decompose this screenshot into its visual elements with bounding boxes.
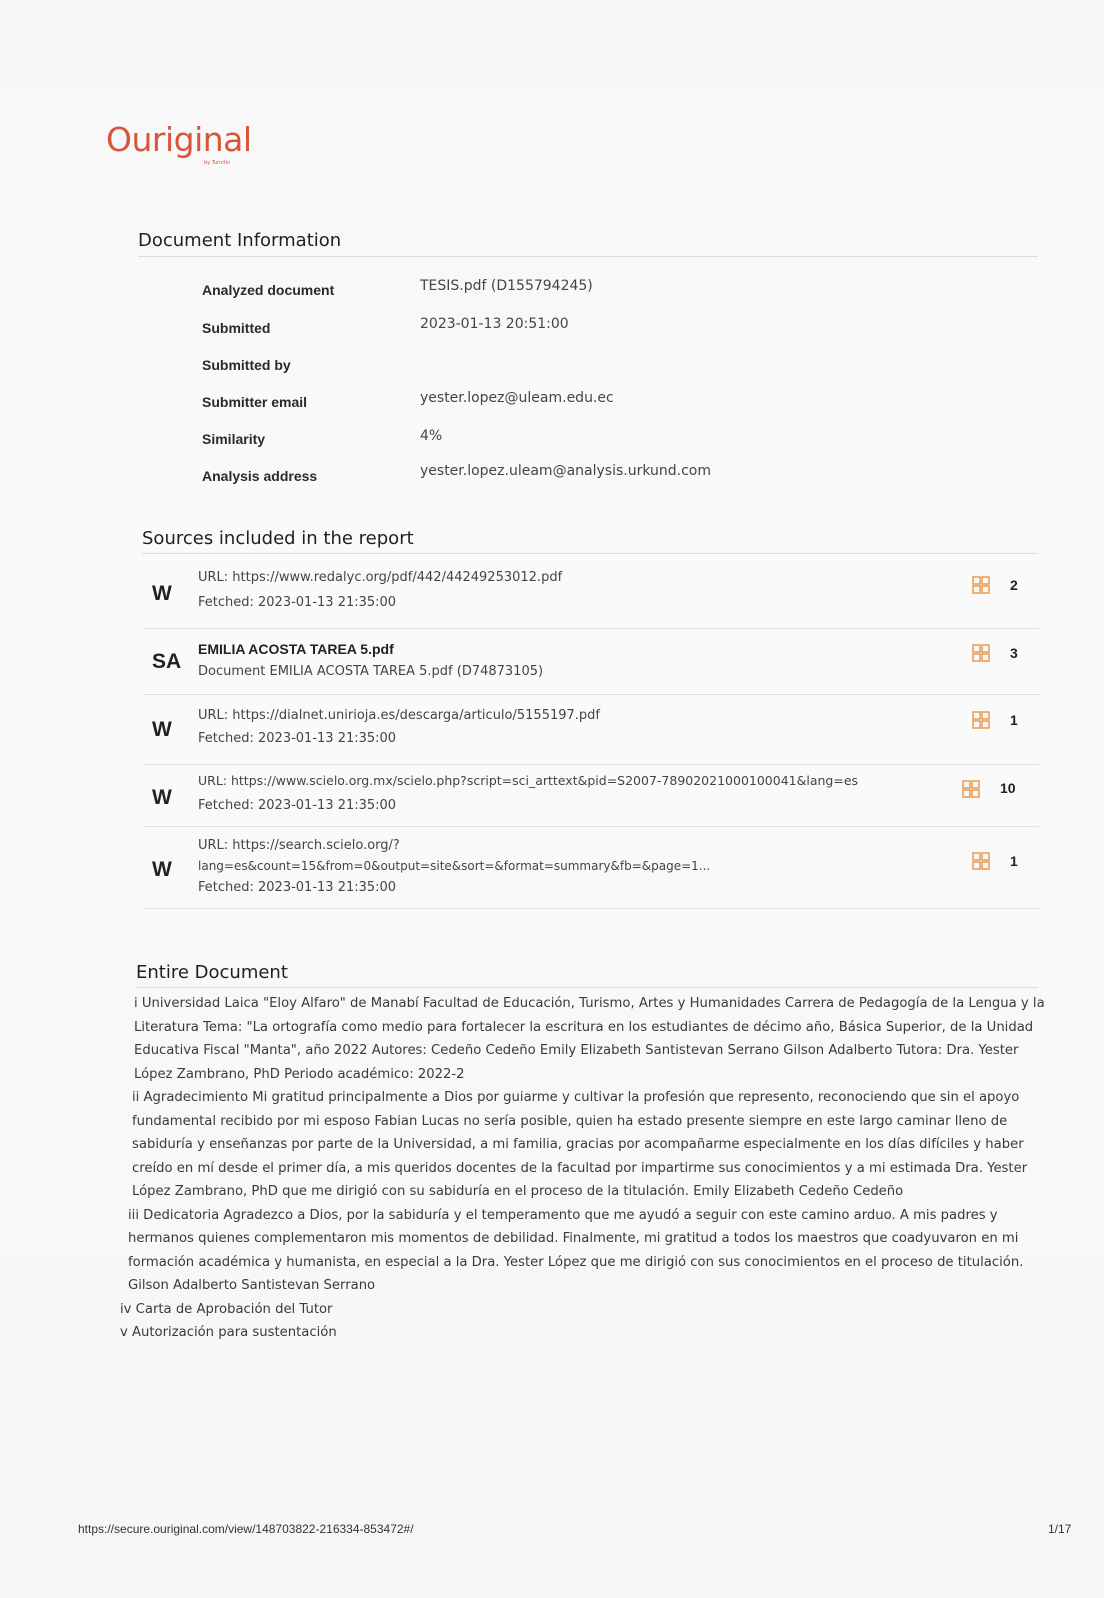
matches-grid-icon[interactable] — [972, 576, 990, 594]
document-paragraph: iii Dedicatoria Agradezco a Dios, por la… — [128, 1207, 1024, 1294]
document-information-title: Document Information — [138, 230, 342, 251]
source-fetched: Fetched: 2023-01-13 21:35:00 — [198, 798, 397, 813]
document-paragraph: i Universidad Laica "Eloy Alfaro" de Man… — [134, 996, 1045, 1082]
source-url[interactable]: URL: https://www.scielo.org.mx/scielo.ph… — [198, 773, 858, 788]
info-value-submitted: 2023-01-13 20:51:00 — [420, 316, 569, 332]
row-divider — [144, 826, 1039, 827]
section-divider — [142, 553, 1037, 554]
section-divider — [138, 256, 1038, 257]
document-paragraph: iv Carta de Aprobación del Tutor — [120, 1301, 333, 1317]
info-value-analyzed-document: TESIS.pdf (D155794245) — [420, 278, 593, 294]
row-divider — [144, 908, 1039, 909]
source-row[interactable]: W URL: https://www.redalyc.org/pdf/442/4… — [144, 568, 1044, 629]
document-paragraph: v Autorización para sustentación — [120, 1325, 337, 1340]
match-count: 2 — [1010, 577, 1018, 593]
match-count: 1 — [1010, 853, 1018, 869]
source-document: Document EMILIA ACOSTA TAREA 5.pdf (D748… — [198, 664, 544, 679]
matches-grid-icon[interactable] — [962, 780, 980, 798]
document-body: i Universidad Laica "Eloy Alfaro" de Man… — [120, 992, 1060, 1345]
section-divider — [136, 987, 1038, 988]
source-fetched: Fetched: 2023-01-13 21:35:00 — [198, 731, 397, 746]
matches-grid-icon[interactable] — [972, 644, 990, 662]
document-paragraph: ii Agradecimiento Mi gratitud principalm… — [132, 1090, 1028, 1199]
info-label-similarity: Similarity — [202, 431, 266, 447]
info-label-submitter-email: Submitter email — [202, 394, 308, 410]
info-label-submitted: Submitted — [202, 320, 271, 336]
info-label-analysis-address: Analysis address — [202, 468, 318, 484]
row-divider — [144, 764, 1039, 765]
source-url[interactable]: URL: https://search.scielo.org/? — [198, 838, 400, 853]
footer-url[interactable]: https://secure.ouriginal.com/view/148703… — [78, 1522, 414, 1536]
entire-document-title: Entire Document — [136, 962, 288, 983]
info-value-similarity: 4% — [420, 428, 443, 444]
source-url[interactable]: URL: https://www.redalyc.org/pdf/442/442… — [198, 570, 562, 585]
info-value-submitter-email: yester.lopez@uleam.edu.ec — [420, 390, 614, 406]
logo-subtitle: by Turnitin — [204, 160, 231, 166]
source-url[interactable]: URL: https://dialnet.unirioja.es/descarg… — [198, 708, 600, 723]
source-title[interactable]: EMILIA ACOSTA TAREA 5.pdf — [198, 641, 394, 657]
source-type-badge: W — [152, 786, 172, 809]
source-type-badge: W — [152, 582, 172, 605]
source-fetched: Fetched: 2023-01-13 21:35:00 — [198, 880, 397, 895]
ouriginal-logo: Ouriginal — [106, 120, 252, 159]
matches-grid-icon[interactable] — [972, 711, 990, 729]
match-count: 3 — [1010, 645, 1018, 661]
matches-grid-icon[interactable] — [972, 852, 990, 870]
row-divider — [144, 694, 1039, 695]
info-label-submitted-by: Submitted by — [202, 357, 291, 373]
source-row[interactable]: W URL: https://www.scielo.org.mx/scielo.… — [144, 770, 1044, 830]
source-row[interactable]: W URL: https://search.scielo.org/? lang=… — [144, 834, 1044, 910]
info-label-analyzed-document: Analyzed document — [202, 282, 335, 298]
source-row[interactable]: SA EMILIA ACOSTA TAREA 5.pdf Document EM… — [144, 638, 1044, 698]
info-value-analysis-address: yester.lopez.uleam@analysis.urkund.com — [420, 463, 711, 479]
source-type-badge: W — [152, 718, 172, 741]
source-type-badge: W — [152, 858, 172, 881]
match-count: 1 — [1010, 712, 1018, 728]
source-url-continued[interactable]: lang=es&count=15&from=0&output=site&sort… — [198, 859, 710, 873]
match-count: 10 — [1000, 780, 1016, 796]
source-type-badge: SA — [152, 650, 182, 673]
report-page: Ouriginal by Turnitin Document Informati… — [0, 0, 1104, 1598]
source-row[interactable]: W URL: https://dialnet.unirioja.es/desca… — [144, 704, 1044, 765]
sources-title: Sources included in the report — [142, 528, 414, 549]
row-divider — [144, 628, 1039, 629]
page-number: 1/17 — [1048, 1522, 1072, 1536]
source-fetched: Fetched: 2023-01-13 21:35:00 — [198, 595, 397, 610]
